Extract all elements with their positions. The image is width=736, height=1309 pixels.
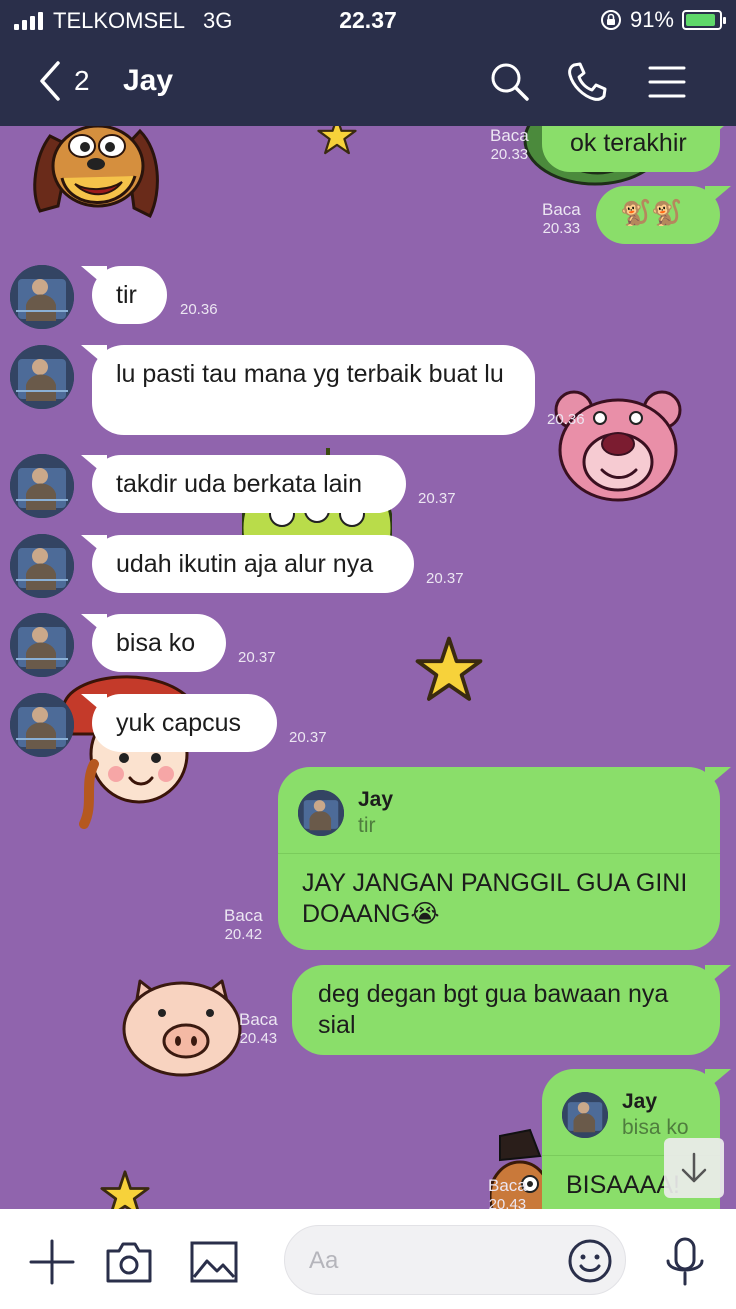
contact-avatar[interactable] — [10, 265, 74, 329]
star-sticker — [100, 1170, 150, 1209]
phone-icon[interactable] — [565, 60, 609, 104]
chat-title: Jay — [123, 64, 174, 97]
message-bubble-outgoing[interactable]: deg degan bgt gua bawaan nya sial — [292, 965, 720, 1055]
message-text: deg degan bgt gua bawaan nya sial — [318, 980, 669, 1039]
reply-sender-name: Jay — [622, 1090, 658, 1113]
scroll-to-bottom-button[interactable] — [664, 1138, 724, 1198]
plus-icon[interactable] — [27, 1237, 77, 1287]
contact-avatar[interactable] — [10, 693, 74, 757]
message-meta: Baca 20.43 — [488, 1176, 527, 1209]
message-bubble-incoming[interactable]: bisa ko — [92, 614, 226, 672]
reply-avatar — [298, 790, 344, 836]
message-text: JAY JANGAN PANGGIL GUA GINI DOAANG😭 — [302, 869, 688, 928]
message-text: 🐒🐒 — [620, 199, 683, 227]
message-bubble-incoming[interactable]: takdir uda berkata lain — [92, 455, 406, 513]
message-text: ok terakhir — [570, 129, 687, 157]
message-text: bisa ko — [116, 629, 196, 657]
message-meta: Baca 20.33 — [490, 126, 529, 163]
contact-avatar[interactable] — [10, 613, 74, 677]
bear-sticker — [554, 390, 682, 502]
chat-area[interactable]: Baca 20.33 ok terakhir Baca 20.33 🐒🐒 tir 2… — [0, 126, 736, 1209]
reply-sender-name: Jay — [358, 788, 394, 811]
message-text: tir — [116, 281, 137, 309]
message-time: 20.36 — [180, 301, 218, 318]
menu-icon[interactable] — [645, 60, 689, 104]
message-bubble-outgoing[interactable]: ok terakhir — [542, 126, 720, 172]
contact-avatar[interactable] — [10, 454, 74, 518]
message-text: udah ikutin aja alur nya — [116, 550, 374, 578]
unread-count: 2 — [74, 65, 90, 96]
message-text: lu pasti tau mana yg terbaik buat lu — [116, 360, 504, 388]
message-meta: Baca 20.33 — [542, 200, 581, 237]
star-sticker — [415, 636, 483, 701]
chat-header: 2 Jay — [0, 40, 736, 126]
battery-percent: 91% — [629, 7, 674, 32]
search-icon[interactable] — [488, 60, 532, 104]
back-chevron-icon — [40, 61, 60, 101]
message-time: 20.37 — [238, 649, 276, 666]
status-right: 91% — [600, 7, 726, 33]
message-text: yuk capcus — [116, 709, 242, 737]
reply-quote[interactable]: Jay tir — [278, 787, 720, 854]
message-meta: Baca 20.43 — [239, 1010, 278, 1047]
reply-quoted-text: tir — [358, 814, 376, 837]
message-input[interactable] — [309, 1244, 549, 1278]
dog-sticker — [33, 126, 159, 219]
microphone-icon[interactable] — [660, 1237, 710, 1287]
battery-icon — [682, 10, 726, 30]
image-icon[interactable] — [189, 1237, 239, 1287]
message-bubble-incoming[interactable]: udah ikutin aja alur nya — [92, 535, 414, 593]
message-time: 20.37 — [418, 490, 456, 507]
message-input-container[interactable] — [284, 1225, 626, 1295]
message-time: 20.37 — [289, 729, 327, 746]
emoji-icon[interactable] — [567, 1238, 613, 1284]
message-meta: Baca 20.42 — [224, 906, 263, 943]
message-bubble-outgoing-reply[interactable]: Jay tir JAY JANGAN PANGGIL GUA GINI DOAA… — [278, 767, 720, 950]
pig-sticker — [122, 979, 242, 1077]
status-bar: TELKOMSEL 3G 22.37 91% — [0, 0, 736, 40]
message-bubble-outgoing[interactable]: 🐒🐒 — [596, 186, 720, 244]
orientation-lock-icon — [600, 10, 621, 30]
message-composer — [0, 1209, 736, 1309]
arrow-down-icon — [681, 1152, 707, 1183]
contact-avatar[interactable] — [10, 345, 74, 409]
star-sticker — [317, 126, 357, 155]
camera-icon[interactable] — [104, 1237, 154, 1287]
message-bubble-incoming[interactable]: lu pasti tau mana yg terbaik buat lu — [92, 345, 535, 435]
message-text: takdir uda berkata lain — [116, 470, 362, 498]
message-time: 20.36 — [547, 411, 585, 428]
back-button[interactable]: 2 — [38, 60, 90, 102]
reply-avatar — [562, 1092, 608, 1138]
message-bubble-incoming[interactable]: tir — [92, 266, 167, 324]
contact-avatar[interactable] — [10, 534, 74, 598]
message-time: 20.37 — [426, 570, 464, 587]
message-bubble-incoming[interactable]: yuk capcus — [92, 694, 277, 752]
